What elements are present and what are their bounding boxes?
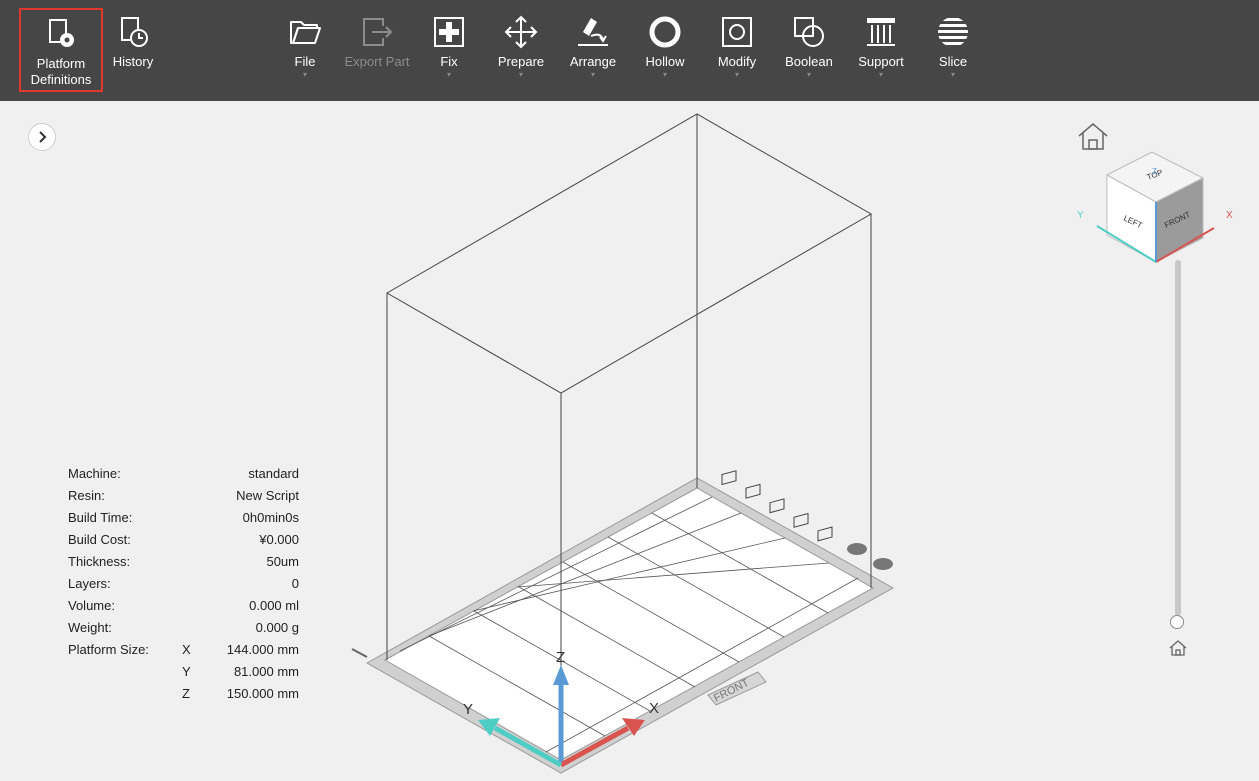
platform-size-y-value: 81.000 mm bbox=[233, 664, 299, 679]
platform-size-label: Platform Size: bbox=[68, 642, 149, 657]
reset-zoom-home-icon[interactable] bbox=[1168, 639, 1188, 657]
info-row-build-cost: Build Cost: ¥0.000 bbox=[68, 529, 308, 551]
layers-label: Layers: bbox=[68, 576, 111, 591]
zoom-slider-thumb[interactable] bbox=[1170, 615, 1184, 629]
build-cost-value: ¥0.000 bbox=[259, 532, 299, 547]
chevron-right-icon bbox=[39, 131, 47, 143]
info-row-resin: Resin: New Script bbox=[68, 485, 308, 507]
machine-value: standard bbox=[248, 466, 299, 481]
info-row-platform-size-z: Z 150.000 mm bbox=[68, 683, 308, 705]
z-axis-label: Z bbox=[556, 649, 565, 666]
platform-size-z-value: 150.000 mm bbox=[226, 686, 299, 701]
build-cost-label: Build Cost: bbox=[68, 532, 131, 547]
resin-label: Resin: bbox=[68, 488, 105, 503]
thickness-label: Thickness: bbox=[68, 554, 131, 569]
view-cube-y-label: Y bbox=[1077, 210, 1084, 221]
sample-disc-2 bbox=[873, 558, 893, 570]
weight-value: 0.000 g bbox=[255, 620, 299, 635]
build-time-label: Build Time: bbox=[68, 510, 133, 525]
info-row-machine: Machine: standard bbox=[68, 463, 308, 485]
view-cube[interactable]: TOP LEFT FRONT Z X Y bbox=[1070, 150, 1240, 270]
volume-value: 0.000 ml bbox=[249, 598, 299, 613]
platform-size-y-axis: Y bbox=[182, 664, 191, 679]
info-row-platform-size-x: Platform Size: X 144.000 mm bbox=[68, 639, 308, 661]
info-row-volume: Volume: 0.000 ml bbox=[68, 595, 308, 617]
platform-size-z-axis: Z bbox=[182, 686, 190, 701]
machine-label: Machine: bbox=[68, 466, 121, 481]
y-axis-label: Y bbox=[463, 701, 473, 718]
info-row-thickness: Thickness: 50um bbox=[68, 551, 308, 573]
build-info-panel: Machine: standard Resin: New Script Buil… bbox=[68, 463, 308, 705]
zoom-slider-track[interactable] bbox=[1175, 260, 1181, 616]
resin-value: New Script bbox=[236, 488, 299, 503]
view-cube-x-label: X bbox=[1226, 210, 1233, 221]
build-time-value: 0h0min0s bbox=[242, 510, 299, 525]
info-row-platform-size-y: Y 81.000 mm bbox=[68, 661, 308, 683]
info-row-build-time: Build Time: 0h0min0s bbox=[68, 507, 308, 529]
layers-value: 0 bbox=[291, 576, 299, 591]
x-axis-label: X bbox=[649, 700, 659, 717]
info-row-layers: Layers: 0 bbox=[68, 573, 308, 595]
platform-size-x-value: 144.000 mm bbox=[226, 642, 299, 657]
expand-panel-button[interactable] bbox=[28, 123, 56, 151]
platform-marker bbox=[351, 648, 368, 658]
sample-disc-1 bbox=[847, 543, 867, 555]
view-cube-z-label: Z bbox=[1152, 167, 1157, 176]
weight-label: Weight: bbox=[68, 620, 112, 635]
volume-label: Volume: bbox=[68, 598, 115, 613]
home-view-icon[interactable] bbox=[1076, 122, 1110, 152]
platform-size-x-axis: X bbox=[182, 642, 191, 657]
info-row-weight: Weight: 0.000 g bbox=[68, 617, 308, 639]
thickness-value: 50um bbox=[266, 554, 299, 569]
